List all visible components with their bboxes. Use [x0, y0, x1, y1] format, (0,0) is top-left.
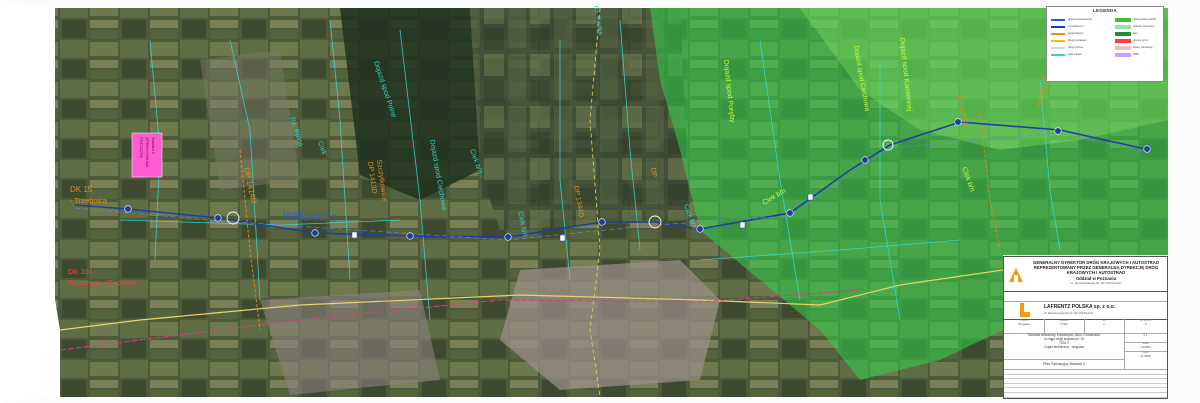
legend-line-swatch: [1051, 54, 1065, 56]
meta-nr: Nr rysunku 2: [1124, 319, 1167, 334]
client-name: GENERALNY DYREKTOR DRÓG KRAJOWYCH I AUTO…: [1028, 260, 1164, 286]
legend-area-label: lasy: [1133, 32, 1138, 35]
map-legend: LEGENDA granica opracowania oś wariantu 2…: [1046, 6, 1164, 82]
desc-line-4: Część techniczna - drogowa: [1043, 345, 1085, 349]
drawing-sheet: POCZĄTEK OPRACOWANIA Wariant 2 DK 15 - T…: [0, 0, 1200, 403]
legend-line-swatch: [1051, 47, 1065, 49]
legend-area-swatch: [1115, 39, 1131, 43]
label-dk-south-b: Trzebnica - Chojnów: [68, 278, 137, 287]
legend-title: LEGENDA: [1092, 8, 1118, 13]
designer-section: LAFRENTZ POLSKA sp. z o.o. ul. Kamiennog…: [1004, 301, 1167, 320]
designer-name: LAFRENTZ POLSKA sp. z o.o.: [1044, 304, 1116, 310]
legend-line-label: drogi powiatowe: [1068, 39, 1087, 42]
designer-address: ul. Kamiennogórska 22, 60-179 Poznań: [1044, 311, 1094, 315]
project-description: Budowa obwodnicy Krotoszyna, Zduń i Cies…: [1004, 333, 1125, 360]
legend-area-label: PRW: [1133, 53, 1140, 56]
legend-line-swatch: [1051, 19, 1065, 21]
sheet-margin: [0, 0, 60, 403]
legend-area-swatch: [1115, 18, 1131, 22]
legend-area-label: obszar Natura 2000: [1133, 18, 1156, 21]
legend-area-swatch: [1115, 46, 1131, 50]
start-marker-box[interactable]: POCZĄTEK OPRACOWANIA Wariant 2: [131, 132, 163, 178]
legend-area-swatch: [1115, 32, 1131, 36]
legend-area-label: granice gmin: [1133, 39, 1148, 42]
gddkia-logo-icon: [1009, 268, 1023, 282]
label-trzebnica: - Trzebnica: [70, 196, 108, 205]
start-marker-line-1: POCZĄTEK: [139, 137, 144, 159]
legend-line-label: oś wariantu 2: [1068, 25, 1084, 28]
legend-line-swatch: [1051, 26, 1065, 28]
lafrentz-logo-icon: [1020, 303, 1030, 317]
legend-line-label: drogi krajowe: [1068, 32, 1084, 35]
start-marker-line-3: Wariant 2: [151, 137, 156, 155]
legend-line-label: drogi gminne: [1068, 46, 1083, 49]
legend-area-label: obszary chronione: [1133, 25, 1155, 28]
legend-line-label: granica opracowania: [1068, 18, 1092, 21]
meta-tom: Tom 2: [1084, 319, 1125, 334]
legend-area-swatch: [1115, 53, 1131, 57]
client-address: ul. Siemiradzkiego 5a, 60-763 Poznań: [1070, 280, 1122, 285]
legend-line-swatch: [1051, 40, 1065, 42]
start-marker-line-2: OPRACOWANIA: [145, 137, 150, 168]
legend-line-label: cieki wodne: [1068, 53, 1082, 56]
legend-area-swatch: [1115, 25, 1131, 29]
label-dk15: DK 15: [70, 185, 93, 194]
ortho-dark-forest: [340, 8, 480, 200]
meta-stadium: Stadium STEŚ: [1044, 319, 1085, 334]
signature-row: [1004, 392, 1167, 398]
title-block: GENERALNY DYREKTOR DRÓG KRAJOWYCH I AUTO…: [1003, 256, 1168, 399]
legend-area-label: tereny zabudowy: [1133, 46, 1153, 49]
legend-line-swatch: [1051, 33, 1065, 35]
label-dk-south: DK 391: [68, 267, 93, 276]
client-section: GENERALNY DYREKTOR DRÓG KRAJOWYCH I AUTO…: [1004, 257, 1167, 292]
meta-branza: Branża Drogowa: [1004, 319, 1045, 334]
date-cell: Data 01.2020: [1124, 351, 1167, 370]
